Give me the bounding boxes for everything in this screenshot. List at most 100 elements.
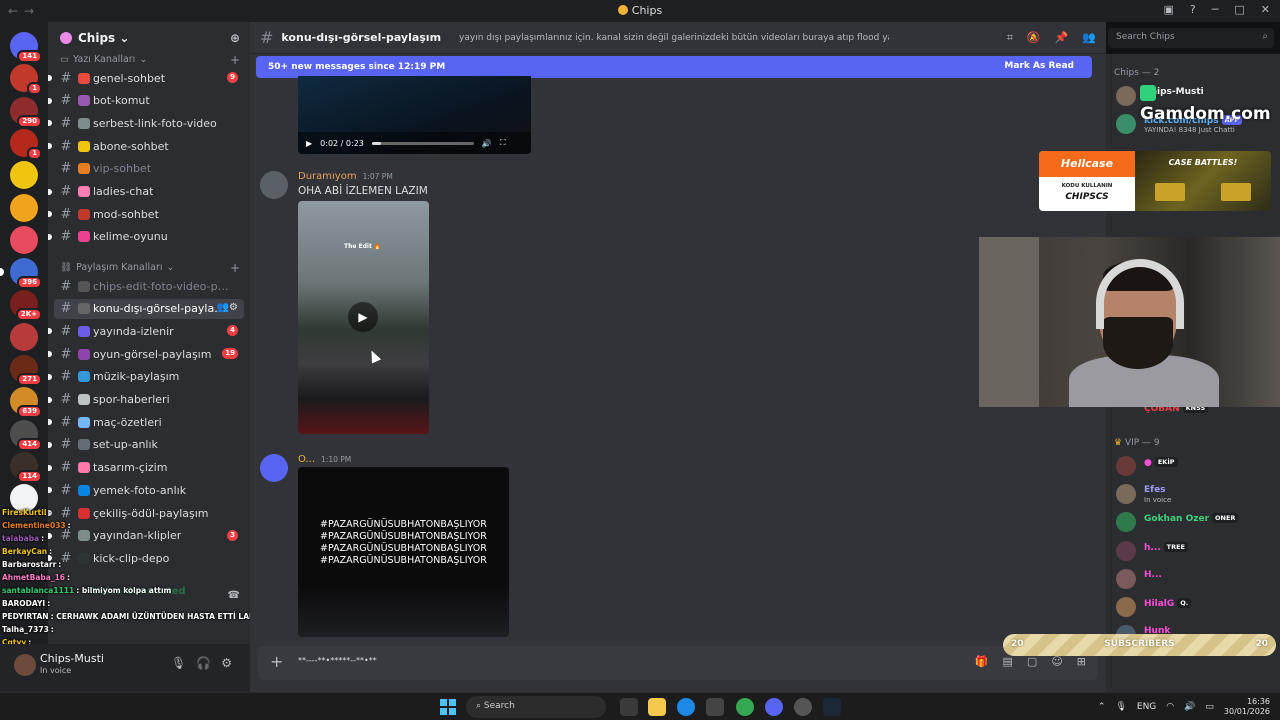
close-button[interactable]: ✕ bbox=[1261, 3, 1270, 16]
gift-icon[interactable]: 🎁 bbox=[975, 655, 989, 668]
minimize-button[interactable]: ─ bbox=[1212, 3, 1219, 16]
member-item[interactable]: Efes In voice bbox=[1114, 482, 1278, 508]
clock[interactable]: 16:36 30/01/2026 bbox=[1224, 697, 1270, 717]
sticker-icon[interactable]: ▢ bbox=[1027, 655, 1037, 668]
channel-item[interactable]: # oyun-görsel-paylaşım 19 bbox=[48, 344, 244, 364]
play-icon[interactable]: ▶ bbox=[306, 139, 312, 148]
member-item[interactable]: Gokhan Ozer ONER bbox=[1114, 510, 1278, 536]
pin-icon[interactable]: 📌 bbox=[1055, 31, 1069, 45]
video-attachment[interactable]: #PAZARGÜNÜSUBHATONBAŞLIYOR #PAZARGÜNÜSUB… bbox=[298, 467, 509, 637]
search-input[interactable]: Search Chips ⌕ bbox=[1108, 28, 1274, 48]
member-item[interactable]: HilalG Q. bbox=[1114, 595, 1278, 621]
server-icon[interactable] bbox=[10, 161, 38, 190]
message-composer[interactable]: + **----**•*****--**•** 🎁 ▤ ▢ ☺ ⊞ bbox=[258, 646, 1098, 680]
help-icon[interactable]: ? bbox=[1190, 3, 1196, 16]
chrome-icon[interactable] bbox=[736, 698, 754, 716]
channel-item[interactable]: # abone-sohbet bbox=[48, 136, 244, 156]
server-icon[interactable]: 639 bbox=[10, 387, 42, 419]
channel-item[interactable]: # set-up-anlık bbox=[48, 435, 244, 455]
channel-item[interactable]: # kelime-oyunu bbox=[48, 227, 244, 247]
channel-item[interactable]: # yayında-izlenir 4 bbox=[48, 321, 244, 341]
channel-settings-icon[interactable]: 👥⚙ bbox=[217, 302, 238, 313]
tray-chevron-icon[interactable]: ⌃ bbox=[1098, 702, 1106, 712]
avatar[interactable] bbox=[14, 654, 36, 676]
inbox-icon[interactable]: ▣ bbox=[1164, 3, 1174, 16]
fullscreen-icon[interactable]: ⛶ bbox=[500, 138, 506, 148]
channel-item[interactable]: # genel-sohbet 9 bbox=[48, 68, 244, 88]
message-author[interactable]: O... bbox=[298, 454, 315, 465]
server-icon[interactable] bbox=[10, 193, 38, 222]
store-icon[interactable] bbox=[706, 698, 724, 716]
headphones-icon[interactable]: 🎧 bbox=[196, 656, 211, 670]
task-view-icon[interactable] bbox=[620, 698, 638, 716]
battery-icon[interactable]: ▭ bbox=[1205, 702, 1214, 712]
wifi-icon[interactable]: ◠ bbox=[1166, 702, 1174, 712]
server-icon[interactable]: 290 bbox=[10, 96, 42, 128]
attach-plus-icon[interactable]: + bbox=[270, 652, 283, 671]
disconnect-icon[interactable]: ☎ bbox=[228, 590, 240, 601]
gif-icon[interactable]: ▤ bbox=[1003, 655, 1013, 668]
channel-item[interactable]: # serbest-link-foto-video bbox=[48, 113, 244, 133]
file-explorer-icon[interactable] bbox=[648, 698, 666, 716]
add-member-icon[interactable]: ⊕ bbox=[230, 31, 240, 45]
channel-item[interactable]: # vip-sohbet bbox=[54, 159, 244, 179]
discord-taskbar-icon[interactable] bbox=[765, 698, 783, 716]
avatar[interactable] bbox=[260, 454, 288, 482]
settings-gear-icon[interactable]: ⚙ bbox=[221, 656, 232, 670]
message-author[interactable]: Duramıyom bbox=[298, 171, 357, 182]
new-messages-bar[interactable]: 50+ new messages since 12:19 PM Mark As … bbox=[256, 56, 1092, 78]
edge-icon[interactable] bbox=[677, 698, 695, 716]
message-input[interactable]: **----**•*****--**•** bbox=[298, 656, 377, 665]
obs-icon[interactable] bbox=[794, 698, 812, 716]
emoji-icon[interactable]: ☺ bbox=[1051, 655, 1062, 668]
server-icon[interactable]: 271 bbox=[10, 355, 42, 386]
server-icon[interactable]: 1 bbox=[10, 64, 42, 96]
channel-item[interactable]: # spor-haberleri bbox=[48, 390, 244, 410]
channel-item[interactable]: # maç-özetleri bbox=[48, 412, 244, 432]
channel-item[interactable]: # mod-sohbet bbox=[48, 204, 244, 224]
server-icon[interactable]: 1 bbox=[10, 128, 42, 160]
channel-item[interactable]: # konu-dışı-görsel-payla... 👥⚙ bbox=[54, 298, 244, 319]
video-attachment[interactable]: The Edit 🔥 ▶ bbox=[298, 201, 429, 434]
server-icon[interactable] bbox=[10, 322, 38, 351]
server-icon[interactable]: 396 bbox=[0, 258, 42, 290]
category-text[interactable]: ▭ Yazı Kanalları ⌄ + bbox=[60, 53, 240, 67]
volume-tray-icon[interactable]: 🔊 bbox=[1184, 702, 1195, 712]
mute-bell-icon[interactable]: 🔕 bbox=[1027, 31, 1041, 45]
create-channel-icon[interactable]: + bbox=[230, 261, 240, 275]
category-share[interactable]: ⛓ Paylaşım Kanalları ⌄ + bbox=[60, 261, 240, 275]
server-icon[interactable] bbox=[10, 225, 38, 254]
language-indicator[interactable]: ENG bbox=[1137, 702, 1156, 712]
server-icon[interactable]: 141 bbox=[10, 32, 42, 63]
channel-topic[interactable]: yayın dışı paylaşımlarınız için. kanal s… bbox=[459, 33, 889, 43]
microphone-icon[interactable]: 🎙 bbox=[171, 656, 186, 670]
volume-icon[interactable]: 🔊 bbox=[482, 139, 492, 148]
channel-item[interactable]: # müzik-paylaşım bbox=[48, 367, 244, 387]
channel-item[interactable]: # chips-edit-foto-video-paylaş... bbox=[54, 276, 244, 296]
channel-item[interactable]: # yemek-foto-anlık bbox=[48, 480, 244, 500]
server-icon[interactable]: 414 bbox=[10, 419, 42, 451]
create-channel-icon[interactable]: + bbox=[230, 53, 240, 67]
avatar[interactable] bbox=[260, 171, 288, 199]
server-icon[interactable]: 114 bbox=[10, 451, 42, 483]
member-item[interactable]: ● EKİP bbox=[1114, 454, 1278, 480]
channel-item[interactable]: # ladies-chat bbox=[48, 182, 244, 202]
guild-header[interactable]: Chips ⌄ ⊕ bbox=[48, 22, 250, 54]
play-icon[interactable]: ▶ bbox=[348, 302, 378, 332]
mark-as-read-button[interactable]: Mark As Read bbox=[1004, 61, 1074, 71]
maximize-button[interactable]: □ bbox=[1234, 3, 1244, 16]
steam-icon[interactable] bbox=[823, 698, 841, 716]
member-list-icon[interactable]: 👥 bbox=[1082, 31, 1096, 45]
threads-icon[interactable]: ⌗ bbox=[1007, 31, 1013, 45]
video-progress[interactable] bbox=[371, 141, 474, 145]
channel-item[interactable]: # tasarım-çizim bbox=[48, 458, 244, 478]
server-icon[interactable]: 2K+ bbox=[10, 290, 42, 322]
taskbar-search[interactable]: ⌕ Search bbox=[466, 696, 606, 718]
apps-icon[interactable]: ⊞ bbox=[1077, 655, 1086, 668]
member-item[interactable]: h... TREE bbox=[1114, 539, 1278, 565]
windows-start-icon[interactable] bbox=[440, 699, 456, 715]
channel-item[interactable]: # bot-komut bbox=[48, 91, 244, 111]
member-item[interactable]: H... bbox=[1114, 567, 1278, 593]
video-player[interactable]: ▶ 0:02 / 0:23 🔊 ⛶ bbox=[298, 76, 531, 154]
mic-tray-icon[interactable]: 🎙 bbox=[1115, 702, 1126, 712]
